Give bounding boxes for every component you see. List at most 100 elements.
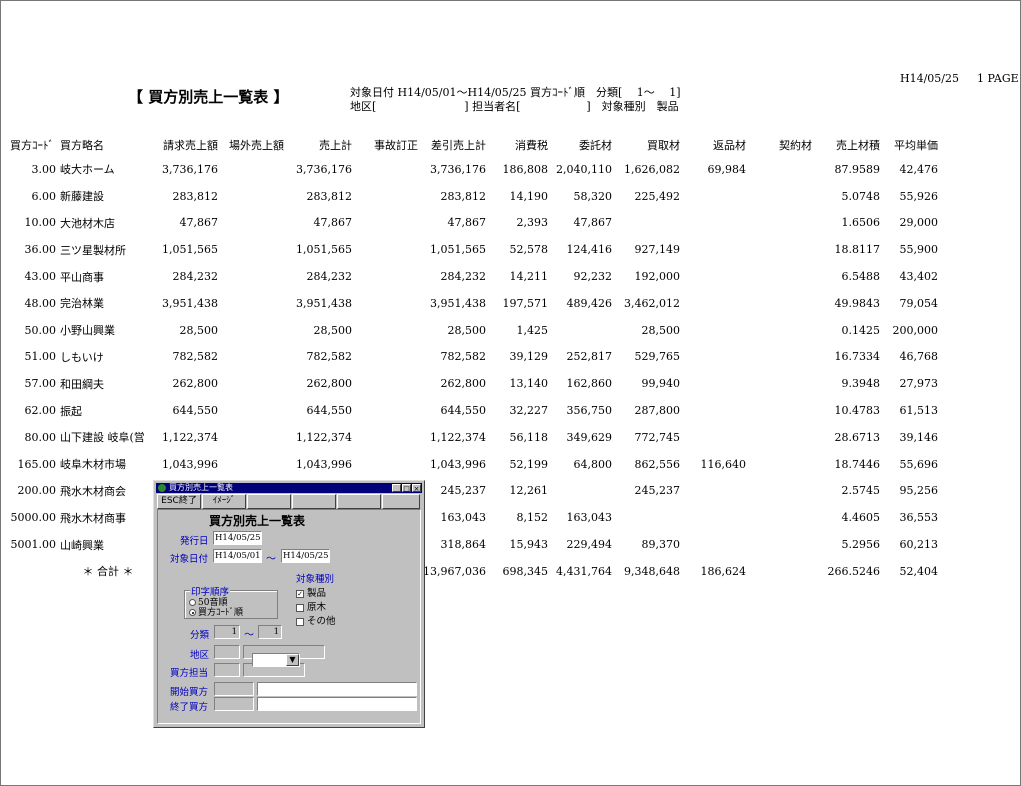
cell-purchased — [612, 210, 680, 237]
cell-consigned: 229,494 — [566, 538, 613, 552]
cell-offsite-sales — [218, 183, 284, 210]
cell-net-sales: 644,550 — [440, 404, 487, 418]
cell-net-sales: 284,232 — [440, 270, 487, 284]
close-icon[interactable]: × — [412, 484, 421, 493]
cell-returned — [680, 344, 746, 371]
start-buyer-name-field[interactable] — [257, 682, 417, 696]
cell-offsite-sales — [218, 344, 284, 371]
cell-buyer-code: 36.00 — [24, 243, 57, 257]
report-criteria-line2: 地区[ ] 担当者名[ ] 対象種別 製品 — [350, 100, 679, 113]
dialog-titlebar[interactable]: 買方別売上一覧表 _ □ × — [156, 483, 422, 493]
table-row: 57.00 和田綱夫 262,800 262,800 262,800 13,140 162,… — [0, 370, 939, 397]
start-buyer-label: 開始買方 — [170, 687, 209, 698]
cell-net-sales: 47,867 — [447, 216, 487, 230]
toolbar-button-3[interactable] — [247, 494, 291, 509]
cell-sales-total: 47,867 — [313, 216, 353, 230]
table-row: 5000.00 飛水木材商事 163,043 8,152 163,043 4.4605 36… — [0, 504, 939, 531]
cell-purchased: 529,765 — [634, 350, 681, 364]
checkbox-raw-wood-label: 原木 — [307, 602, 327, 613]
cell-contract — [746, 451, 812, 478]
cell-correction — [352, 397, 418, 424]
cell-returned — [680, 504, 746, 531]
class-to-field[interactable]: 1 — [258, 625, 282, 639]
checkbox-other[interactable]: その他 — [296, 613, 336, 627]
cell-returned — [680, 424, 746, 451]
table-row: 80.00 山下建設 岐阜(営 1,122,374 1,122,374 1,122,37… — [0, 424, 939, 451]
checkbox-raw-wood[interactable]: 原木 — [296, 599, 326, 613]
class-from-field[interactable]: 1 — [214, 625, 240, 639]
cell-sales-total: 782,582 — [306, 350, 353, 364]
image-preview-button[interactable]: ｲﾒｰｼﾞ — [202, 494, 246, 509]
toolbar-button-4[interactable] — [292, 494, 336, 509]
checkbox-empty-icon — [296, 617, 304, 626]
cell-billing-sales: 3,951,438 — [162, 296, 218, 310]
cell-buyer-name: 飛水木材商会 — [60, 484, 126, 498]
cell-volume: 10.4783 — [834, 404, 881, 418]
esc-exit-button[interactable]: ESC終了 — [157, 494, 201, 509]
cell-buyer-code: 200.00 — [17, 484, 57, 498]
radio-order-code[interactable]: 買方ｺｰﾄﾞ順 — [189, 605, 243, 618]
cell-tax: 52,199 — [509, 457, 549, 471]
cell-buyer-code: 62.00 — [24, 404, 57, 418]
cell-volume: 0.1425 — [841, 323, 881, 337]
col-offsite-sales: 場外売上額 — [229, 139, 284, 152]
col-volume: 売上材積 — [836, 139, 880, 152]
cell-returned — [680, 263, 746, 290]
end-buyer-name-field[interactable] — [257, 697, 417, 711]
buyer-staff-code-field[interactable] — [214, 663, 240, 677]
cell-purchased — [612, 504, 680, 531]
cell-correction — [352, 344, 418, 371]
cell-tax: 14,190 — [509, 189, 549, 203]
cell-contract — [746, 183, 812, 210]
cell-purchased: 28,500 — [641, 323, 681, 337]
cell-avg-price: 95,256 — [899, 484, 939, 498]
cell-contract — [746, 317, 812, 344]
cell-buyer-code: 5001.00 — [10, 538, 57, 552]
toolbar-button-5[interactable] — [337, 494, 381, 509]
end-buyer-code-field[interactable] — [214, 697, 254, 711]
cell-billing-sales: 1,122,374 — [162, 430, 218, 444]
cell-purchased: 9,348,648 — [624, 564, 680, 578]
issue-date-field[interactable]: H14/05/25 — [213, 531, 262, 545]
cell-volume: 87.9589 — [834, 162, 881, 176]
cell-billing-sales: 47,867 — [179, 216, 219, 230]
cell-sales-total: 644,550 — [306, 404, 353, 418]
target-type-title: 対象種別 — [296, 574, 335, 585]
minimize-icon[interactable]: _ — [392, 484, 401, 493]
cell-consigned: 162,860 — [566, 377, 613, 391]
maximize-icon[interactable]: □ — [402, 484, 411, 493]
date-from-field[interactable]: H14/05/01 — [213, 549, 262, 563]
date-to-field[interactable]: H14/05/25 — [281, 549, 330, 563]
cell-avg-price: 55,900 — [899, 243, 939, 257]
cell-contract — [746, 558, 812, 585]
checkbox-product[interactable]: ✓ 製品 — [296, 585, 326, 599]
cell-billing-sales: 1,051,565 — [162, 243, 218, 257]
cell-billing-sales: 284,232 — [172, 270, 219, 284]
cell-purchased: 99,940 — [641, 377, 681, 391]
col-returned: 返品材 — [713, 139, 746, 152]
report-date: H14/05/25 — [900, 72, 959, 85]
cell-net-sales: 3,736,176 — [430, 162, 486, 176]
toolbar-button-6[interactable] — [382, 494, 420, 509]
chevron-down-icon[interactable]: ▼ — [286, 654, 299, 666]
cell-consigned — [548, 317, 612, 344]
cell-net-sales: 1,043,996 — [430, 457, 486, 471]
cell-volume: 18.7446 — [834, 457, 881, 471]
cell-billing-sales: 262,800 — [172, 377, 219, 391]
cell-tax: 39,129 — [509, 350, 549, 364]
cell-buyer-name: 山下建設 岐阜(営 — [60, 431, 145, 445]
start-buyer-code-field[interactable] — [214, 682, 254, 696]
date-range-tilde: ～ — [266, 554, 276, 565]
area-code-field[interactable] — [214, 645, 240, 659]
cell-contract — [746, 531, 812, 558]
cell-buyer-name: 岐大ホーム — [60, 163, 115, 177]
col-correction: 事故訂正 — [374, 139, 418, 152]
cell-buyer-name: 振起 — [60, 404, 82, 418]
cell-correction — [352, 183, 418, 210]
col-avg-price: 平均単価 — [894, 139, 938, 152]
cell-offsite-sales — [218, 317, 284, 344]
cell-sales-total: 283,812 — [306, 189, 353, 203]
radio-order-code-label: 買方ｺｰﾄﾞ順 — [198, 608, 244, 618]
cell-correction — [352, 424, 418, 451]
cell-consigned: 252,817 — [566, 350, 613, 364]
